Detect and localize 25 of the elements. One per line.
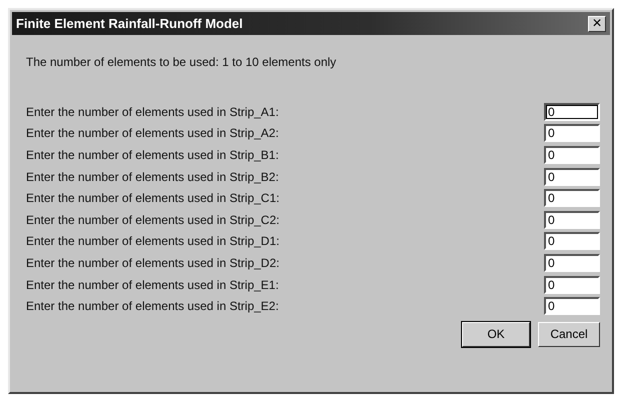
number-field[interactable]: 0 [544, 297, 600, 316]
number-field[interactable]: 0 [544, 276, 600, 294]
field-label: Enter the number of elements used in Strip_A1: [26, 104, 279, 119]
number-field[interactable]: 0 [544, 232, 600, 250]
number-field[interactable]: 0 [544, 146, 600, 164]
window-title: Finite Element Rainfall-Runoff Model [16, 16, 243, 31]
number-field[interactable]: 0 [544, 210, 600, 229]
number-field[interactable]: 0 [544, 254, 600, 272]
field-label: Enter the number of elements used in Strip_C1: [26, 191, 280, 206]
ok-button[interactable]: OK [462, 322, 530, 347]
field-label: Enter the number of elements used in Strip_B1: [26, 148, 279, 162]
cancel-button[interactable]: Cancel [538, 322, 600, 347]
number-field[interactable]: 0 [544, 168, 600, 186]
field-label: Enter the number of elements used in Strip_E2: [26, 299, 279, 314]
number-field[interactable]: 0 [544, 189, 600, 208]
number-field[interactable]: 0 [544, 102, 600, 121]
field-label: Enter the number of elements used in Strip_A2: [26, 126, 279, 140]
field-label: Enter the number of elements used in Strip_D1: [26, 234, 280, 248]
close-button[interactable]: × [588, 16, 606, 32]
field-label: Enter the number of elements used in Strip_E1: [26, 278, 279, 292]
instruction-text: The number of elements to be used: 1 to 10 elements only [26, 55, 338, 69]
field-label: Enter the number of elements used in Strip_B2: [26, 170, 279, 184]
field-label: Enter the number of elements used in Strip_C2: [26, 212, 280, 227]
number-field[interactable]: 0 [544, 124, 600, 142]
field-label: Enter the number of elements used in Strip_D2: [26, 256, 280, 270]
